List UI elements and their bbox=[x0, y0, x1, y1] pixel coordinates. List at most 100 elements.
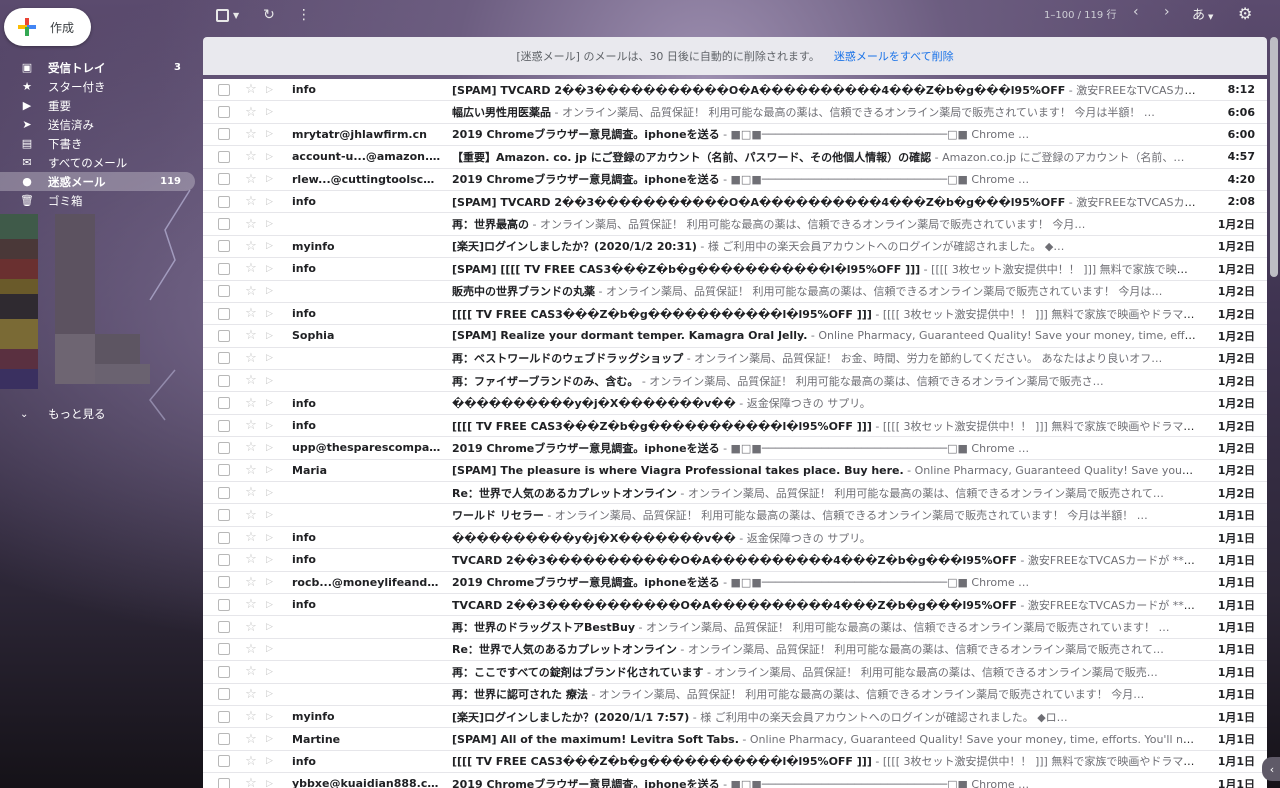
star-icon[interactable]: ☆ bbox=[244, 418, 258, 433]
important-marker-icon[interactable]: ▷ bbox=[266, 241, 278, 251]
important-marker-icon[interactable]: ▷ bbox=[266, 286, 278, 296]
row-checkbox[interactable] bbox=[218, 195, 230, 208]
mail-row[interactable]: ☆ ▷ 再：ここですべての錠剤はブランド化されています - オンライン薬局、品質保証… bbox=[203, 661, 1267, 684]
row-checkbox[interactable] bbox=[218, 173, 230, 186]
mail-row[interactable]: ☆ ▷ info [SPAM] TVCARD 2��3�����������O�A��… bbox=[203, 79, 1267, 102]
row-checkbox[interactable] bbox=[218, 218, 230, 231]
important-marker-icon[interactable]: ▷ bbox=[266, 622, 278, 632]
mail-row[interactable]: ☆ ▷ 幅広い男性用医薬品 - オンライン薬局、品質保証！ 利用可能な最高の薬は、信… bbox=[203, 101, 1267, 124]
important-marker-icon[interactable]: ▷ bbox=[266, 309, 278, 319]
important-marker-icon[interactable]: ▷ bbox=[266, 510, 278, 520]
star-icon[interactable]: ☆ bbox=[244, 776, 258, 788]
important-marker-icon[interactable]: ▷ bbox=[266, 398, 278, 408]
mail-row[interactable]: ☆ ▷ info [[[[ TV FREE CAS3���Z�b�g���������… bbox=[203, 750, 1267, 774]
important-marker-icon[interactable]: ▷ bbox=[266, 443, 278, 453]
mail-row[interactable]: ☆ ▷ info ����������y�j�X�������v�� - 返金保障つき… bbox=[203, 526, 1267, 550]
input-method-button[interactable]: あ ▼ bbox=[1192, 4, 1213, 23]
important-marker-icon[interactable]: ▷ bbox=[266, 421, 278, 431]
star-icon[interactable]: ☆ bbox=[244, 754, 258, 769]
star-icon[interactable]: ☆ bbox=[244, 732, 258, 747]
star-icon[interactable]: ☆ bbox=[244, 530, 258, 545]
row-checkbox[interactable] bbox=[218, 710, 230, 723]
star-icon[interactable]: ☆ bbox=[244, 463, 258, 478]
mail-row[interactable]: ☆ ▷ info [[[[ TV FREE CAS3���Z�b�g���������… bbox=[203, 302, 1267, 326]
sidebar-item-starred[interactable]: ★ スター付き bbox=[0, 77, 195, 96]
row-checkbox[interactable] bbox=[218, 598, 230, 611]
important-marker-icon[interactable]: ▷ bbox=[266, 152, 278, 162]
important-marker-icon[interactable]: ▷ bbox=[266, 331, 278, 341]
important-marker-icon[interactable]: ▷ bbox=[266, 533, 278, 543]
mail-row[interactable]: ☆ ▷ 再：世界のドラッグストアBestBuy - オンライン薬局、品質保証！ 利用… bbox=[203, 616, 1267, 639]
row-checkbox[interactable] bbox=[218, 621, 230, 634]
mail-row[interactable]: ☆ ▷ 再：世界最高の - オンライン薬局、品質保証！ 利用可能な最高の薬は、信頼で… bbox=[203, 213, 1267, 236]
row-checkbox[interactable] bbox=[218, 106, 230, 119]
star-icon[interactable]: ☆ bbox=[244, 149, 258, 164]
scrollbar[interactable] bbox=[1270, 37, 1278, 277]
star-icon[interactable]: ☆ bbox=[244, 373, 258, 388]
sidebar-item-important[interactable]: ▶ 重要 bbox=[0, 96, 195, 115]
row-checkbox[interactable] bbox=[218, 576, 230, 589]
refresh-button[interactable]: ↻ bbox=[263, 7, 275, 23]
important-marker-icon[interactable]: ▷ bbox=[266, 376, 278, 386]
sidebar-item-sent[interactable]: ➤ 送信済み bbox=[0, 115, 195, 134]
row-checkbox[interactable] bbox=[218, 150, 230, 163]
star-icon[interactable]: ☆ bbox=[244, 306, 258, 321]
row-checkbox[interactable] bbox=[218, 733, 230, 746]
important-marker-icon[interactable]: ▷ bbox=[266, 488, 278, 498]
star-icon[interactable]: ☆ bbox=[244, 620, 258, 635]
star-icon[interactable]: ☆ bbox=[244, 127, 258, 142]
star-icon[interactable]: ☆ bbox=[244, 351, 258, 366]
settings-button[interactable]: ⚙ bbox=[1238, 4, 1252, 23]
sidebar-more-button[interactable]: ⌄ もっと見る bbox=[20, 406, 106, 422]
sidebar-item-drafts[interactable]: ▤ 下書き bbox=[0, 134, 195, 153]
row-checkbox[interactable] bbox=[218, 374, 230, 387]
important-marker-icon[interactable]: ▷ bbox=[266, 689, 278, 699]
row-checkbox[interactable] bbox=[218, 128, 230, 141]
star-icon[interactable]: ☆ bbox=[244, 575, 258, 590]
mail-row[interactable]: ☆ ▷ Re：世界で人気のあるカプレットオンライン - オンライン薬局、品質保証！ … bbox=[203, 638, 1267, 662]
star-icon[interactable]: ☆ bbox=[244, 194, 258, 209]
mail-row[interactable]: ☆ ▷ 再：ファイザーブランドのみ、含む。 - オンライン薬局、品質保証！ 利用可能… bbox=[203, 370, 1267, 393]
row-checkbox[interactable] bbox=[218, 240, 230, 253]
important-marker-icon[interactable]: ▷ bbox=[266, 577, 278, 587]
row-checkbox[interactable] bbox=[218, 329, 230, 342]
mail-row[interactable]: ☆ ▷ info [SPAM] TVCARD 2��3�����������O�A��… bbox=[203, 190, 1267, 214]
star-icon[interactable]: ☆ bbox=[244, 396, 258, 411]
mail-row[interactable]: ☆ ▷ info TVCARD 2��3�����������O�A���������… bbox=[203, 549, 1267, 572]
star-icon[interactable]: ☆ bbox=[244, 284, 258, 299]
select-all-button[interactable]: ▼ bbox=[216, 8, 239, 22]
row-checkbox[interactable] bbox=[218, 486, 230, 499]
row-checkbox[interactable] bbox=[218, 262, 230, 275]
star-icon[interactable]: ☆ bbox=[244, 709, 258, 724]
star-icon[interactable]: ☆ bbox=[244, 552, 258, 567]
mail-row[interactable]: ☆ ▷ myinfo [楽天]ログインしましたか？(2020/1/2 20:31) -… bbox=[203, 235, 1267, 259]
star-icon[interactable]: ☆ bbox=[244, 172, 258, 187]
row-checkbox[interactable] bbox=[218, 777, 230, 788]
important-marker-icon[interactable]: ▷ bbox=[266, 197, 278, 207]
mail-row[interactable]: ☆ ▷ mrytatr@jhlawfirm.cn 2019 Chromeブラウザー意見… bbox=[203, 123, 1267, 147]
mail-row[interactable]: ☆ ▷ account-u...@amazon.c... 【重要】Amazon. co… bbox=[203, 146, 1267, 169]
mail-row[interactable]: ☆ ▷ ワールド リセラー - オンライン薬局、品質保証！ 利用可能な最高の薬は、信… bbox=[203, 504, 1267, 527]
row-checkbox[interactable] bbox=[218, 688, 230, 701]
important-marker-icon[interactable]: ▷ bbox=[266, 353, 278, 363]
important-marker-icon[interactable]: ▷ bbox=[266, 129, 278, 139]
mail-row[interactable]: ☆ ▷ myinfo [楽天]ログインしましたか？(2020/1/1 7:57) - … bbox=[203, 705, 1267, 729]
star-icon[interactable]: ☆ bbox=[244, 664, 258, 679]
next-page-button[interactable]: › bbox=[1164, 4, 1170, 20]
row-checkbox[interactable] bbox=[218, 531, 230, 544]
star-icon[interactable]: ☆ bbox=[244, 82, 258, 97]
important-marker-icon[interactable]: ▷ bbox=[266, 779, 278, 788]
row-checkbox[interactable] bbox=[218, 397, 230, 410]
important-marker-icon[interactable]: ▷ bbox=[266, 712, 278, 722]
row-checkbox[interactable] bbox=[218, 643, 230, 656]
sidebar-item-spam[interactable]: ● 迷惑メール 119 bbox=[0, 172, 195, 191]
mail-row[interactable]: ☆ ▷ ybbxe@kuaidian888.com 2019 Chromeブラウザー意… bbox=[203, 773, 1267, 788]
mail-row[interactable]: ☆ ▷ Sophia [SPAM] Realize your dormant temp… bbox=[203, 325, 1267, 348]
star-icon[interactable]: ☆ bbox=[244, 261, 258, 276]
important-marker-icon[interactable]: ▷ bbox=[266, 85, 278, 95]
important-marker-icon[interactable]: ▷ bbox=[266, 174, 278, 184]
sidebar-item-inbox[interactable]: ▣ 受信トレイ 3 bbox=[0, 58, 195, 77]
mail-row[interactable]: ☆ ▷ 販売中の世界ブランドの丸薬 - オンライン薬局、品質保証！ 利用可能な最高の… bbox=[203, 280, 1267, 303]
row-checkbox[interactable] bbox=[218, 285, 230, 298]
mail-row[interactable]: ☆ ▷ 再：世界に認可された 療法 - オンライン薬局、品質保証！ 利用可能な最高の… bbox=[203, 683, 1267, 706]
